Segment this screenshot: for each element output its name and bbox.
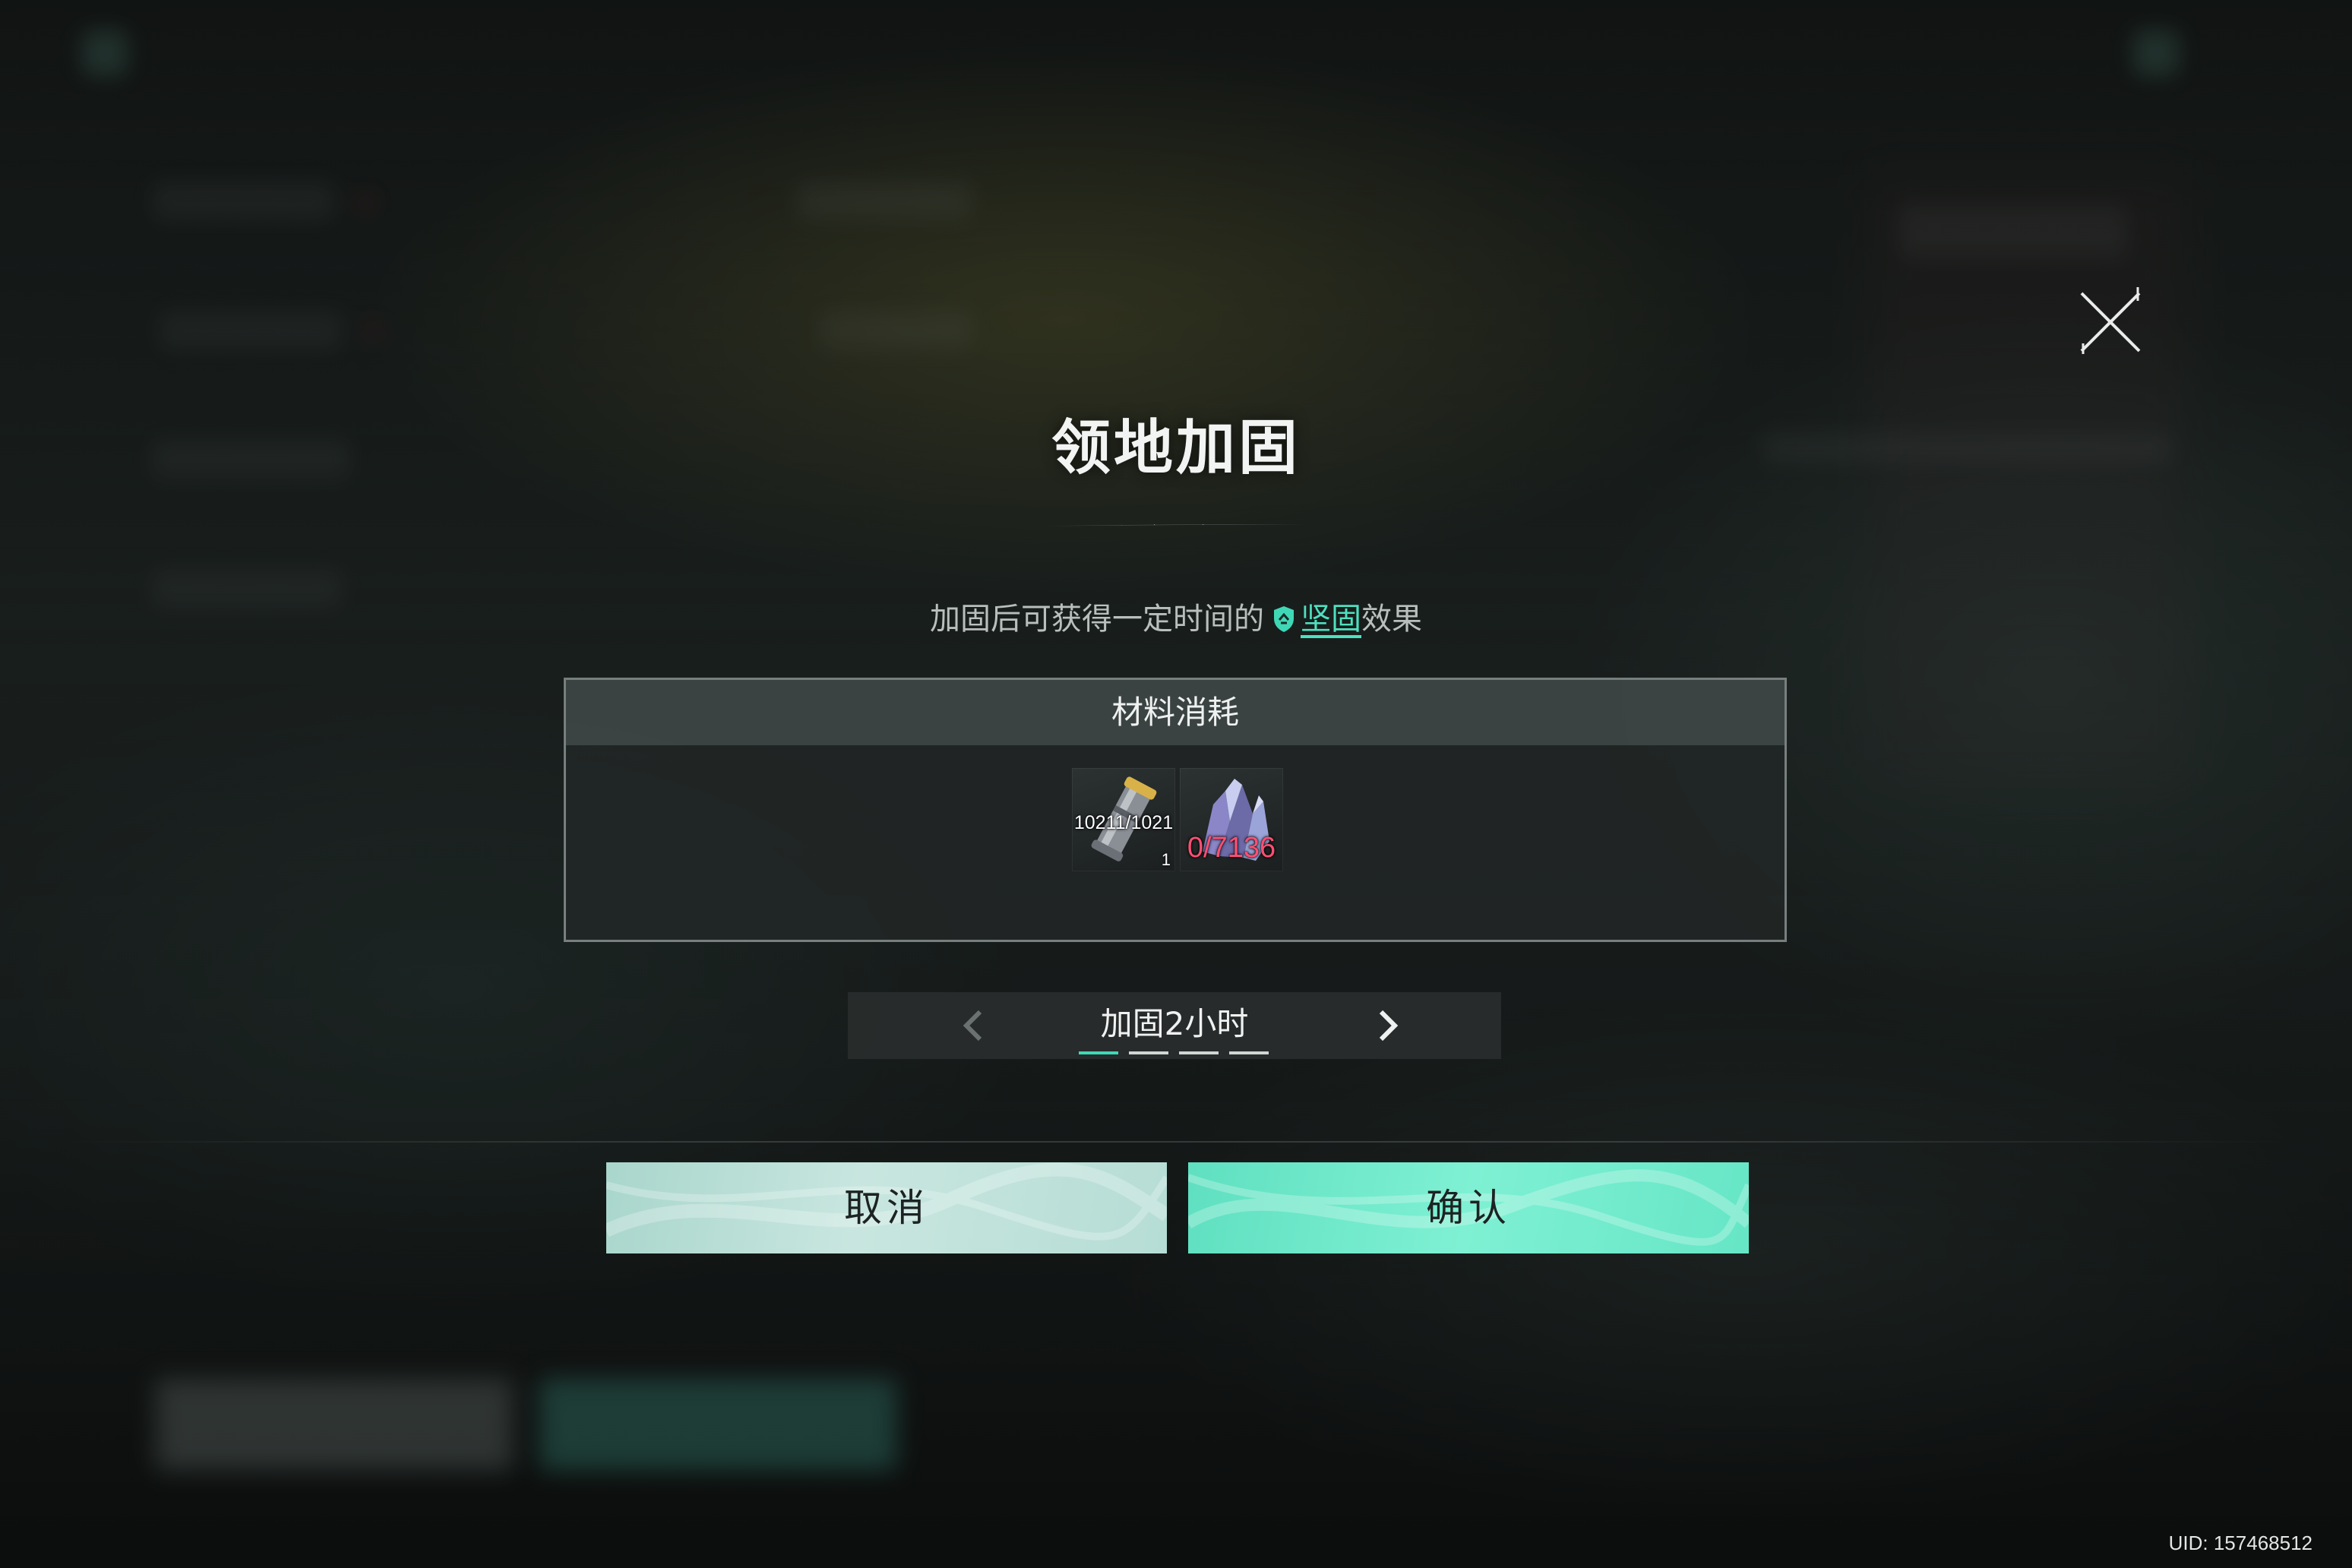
material-item-canister[interactable]: 10211/1021 1 <box>1072 768 1175 871</box>
cancel-button[interactable]: 取消 <box>606 1162 1167 1253</box>
description-text-end: 效果 <box>1361 602 1422 637</box>
page-indicator <box>1179 1051 1219 1054</box>
chevron-right-icon <box>1379 1010 1399 1042</box>
band-divider <box>61 1141 2291 1143</box>
dialog-title: 领地加固 <box>1051 414 1301 482</box>
material-count: 10211/1021 <box>1073 812 1174 833</box>
previous-duration-button[interactable] <box>951 1003 997 1048</box>
dialog-description: 加固后可获得一定时间的 坚固效果 <box>608 593 1744 646</box>
description-text: 加固后可获得一定时间的 <box>930 602 1264 637</box>
close-button[interactable] <box>2074 284 2147 357</box>
duration-label: 加固2小时 <box>1100 1005 1249 1042</box>
page-indicator <box>1229 1051 1269 1054</box>
material-cost-header: 材料消耗 <box>566 680 1785 745</box>
user-id-label: UID: 157468512 <box>2168 1532 2312 1554</box>
material-count-extra: 1 <box>1161 850 1171 869</box>
game-screen: 领地加固 加固后可获得一定时间的 坚固效果 材料消耗 10211/1021 1 … <box>0 0 2352 1568</box>
sturdy-effect-link[interactable]: 坚固 <box>1301 602 1361 637</box>
page-indicator-active <box>1079 1051 1118 1054</box>
shield-icon <box>1272 597 1296 650</box>
material-cost-panel: 材料消耗 10211/1021 1 0/7136 <box>564 678 1787 942</box>
next-duration-button[interactable] <box>1364 1003 1410 1048</box>
cancel-button-label: 取消 <box>844 1186 929 1230</box>
confirm-button[interactable]: 确认 <box>1188 1162 1749 1253</box>
page-indicator <box>1129 1051 1168 1054</box>
confirm-button-label: 确认 <box>1426 1186 1511 1230</box>
chevron-left-icon <box>963 1010 982 1042</box>
material-item-crystal[interactable]: 0/7136 <box>1180 768 1283 871</box>
duration-selector: 加固2小时 <box>848 992 1501 1059</box>
material-count-insufficient: 0/7136 <box>1187 832 1276 864</box>
title-divider <box>1045 524 1307 526</box>
close-icon <box>2080 287 2141 354</box>
